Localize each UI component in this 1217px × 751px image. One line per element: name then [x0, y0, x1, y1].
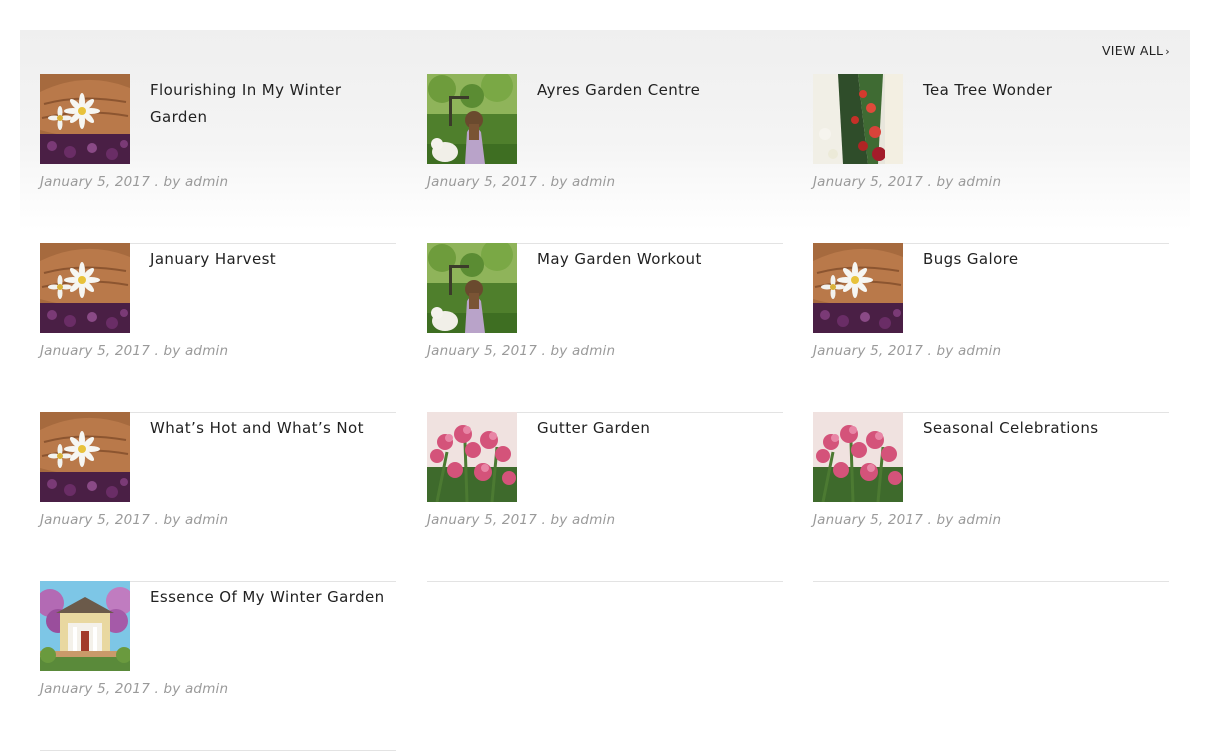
post-thumbnail[interactable] [813, 243, 903, 333]
post-meta: January 5, 2017 . by admin [40, 512, 229, 528]
post-card: Essence Of My Winter Garden January 5, 2… [40, 581, 396, 751]
recent-posts-widget: VIEW ALL › Flourishing In My Winter Garde… [20, 30, 1190, 751]
post-author-link[interactable]: admin [572, 512, 615, 528]
post-card: Flourishing In My Winter Garden January … [40, 74, 396, 244]
post-date: January 5, 2017 [427, 174, 537, 190]
post-card: Tea Tree Wonder January 5, 2017 . by adm… [813, 74, 1169, 244]
post-title[interactable]: Gutter Garden [537, 415, 777, 442]
post-thumbnail[interactable] [427, 74, 517, 164]
post-card: What’s Hot and What’s Not January 5, 201… [40, 412, 396, 582]
post-author-link[interactable]: admin [958, 174, 1001, 190]
post-date: January 5, 2017 [813, 343, 923, 359]
post-card: Ayres Garden Centre January 5, 2017 . by… [427, 74, 783, 244]
post-author-link[interactable]: admin [572, 343, 615, 359]
post-meta: January 5, 2017 . by admin [813, 174, 1002, 190]
post-date: January 5, 2017 [40, 681, 150, 697]
post-date: January 5, 2017 [40, 343, 150, 359]
view-all-link[interactable]: VIEW ALL › [1102, 43, 1170, 58]
view-all-label: VIEW ALL [1101, 43, 1164, 58]
post-meta: January 5, 2017 . by admin [427, 174, 616, 190]
post-thumbnail[interactable] [813, 74, 903, 164]
post-card: Bugs Galore January 5, 2017 . by admin [813, 243, 1169, 413]
post-card: Gutter Garden January 5, 2017 . by admin [427, 412, 783, 582]
post-author-link[interactable]: admin [958, 512, 1001, 528]
post-by: by [550, 343, 568, 359]
post-date: January 5, 2017 [427, 512, 537, 528]
post-author-link[interactable]: admin [958, 343, 1001, 359]
post-by: by [936, 174, 954, 190]
post-thumbnail[interactable] [813, 412, 903, 502]
post-title[interactable]: Bugs Galore [923, 246, 1163, 273]
post-by: by [163, 343, 181, 359]
post-title[interactable]: Seasonal Celebrations [923, 415, 1163, 442]
post-title[interactable]: What’s Hot and What’s Not [150, 415, 390, 442]
post-card: May Garden Workout January 5, 2017 . by … [427, 243, 783, 413]
post-author-link[interactable]: admin [185, 174, 228, 190]
post-card: Seasonal Celebrations January 5, 2017 . … [813, 412, 1169, 582]
post-meta: January 5, 2017 . by admin [40, 174, 229, 190]
post-date: January 5, 2017 [813, 174, 923, 190]
post-title[interactable]: Tea Tree Wonder [923, 77, 1163, 104]
post-title[interactable]: Ayres Garden Centre [537, 77, 777, 104]
post-title[interactable]: May Garden Workout [537, 246, 777, 273]
post-title[interactable]: January Harvest [150, 246, 390, 273]
post-date: January 5, 2017 [813, 512, 923, 528]
post-thumbnail[interactable] [40, 74, 130, 164]
post-author-link[interactable]: admin [185, 512, 228, 528]
post-meta: January 5, 2017 . by admin [427, 343, 616, 359]
post-by: by [550, 174, 568, 190]
post-thumbnail[interactable] [40, 581, 130, 671]
post-meta: January 5, 2017 . by admin [427, 512, 616, 528]
post-thumbnail[interactable] [427, 243, 517, 333]
post-meta: January 5, 2017 . by admin [40, 343, 229, 359]
post-by: by [936, 343, 954, 359]
post-meta: January 5, 2017 . by admin [813, 343, 1002, 359]
post-by: by [936, 512, 954, 528]
post-by: by [550, 512, 568, 528]
post-date: January 5, 2017 [427, 343, 537, 359]
post-meta: January 5, 2017 . by admin [813, 512, 1002, 528]
post-date: January 5, 2017 [40, 512, 150, 528]
post-title[interactable]: Essence Of My Winter Garden [150, 584, 390, 611]
post-date: January 5, 2017 [40, 174, 150, 190]
post-thumbnail[interactable] [40, 412, 130, 502]
post-author-link[interactable]: admin [185, 681, 228, 697]
post-thumbnail[interactable] [40, 243, 130, 333]
post-thumbnail[interactable] [427, 412, 517, 502]
post-card: January Harvest January 5, 2017 . by adm… [40, 243, 396, 413]
post-meta: January 5, 2017 . by admin [40, 681, 229, 697]
post-by: by [163, 512, 181, 528]
post-title[interactable]: Flourishing In My Winter Garden [150, 77, 390, 131]
post-author-link[interactable]: admin [572, 174, 615, 190]
post-by: by [163, 681, 181, 697]
post-author-link[interactable]: admin [185, 343, 228, 359]
post-by: by [163, 174, 181, 190]
chevron-right-icon: › [1165, 45, 1170, 58]
